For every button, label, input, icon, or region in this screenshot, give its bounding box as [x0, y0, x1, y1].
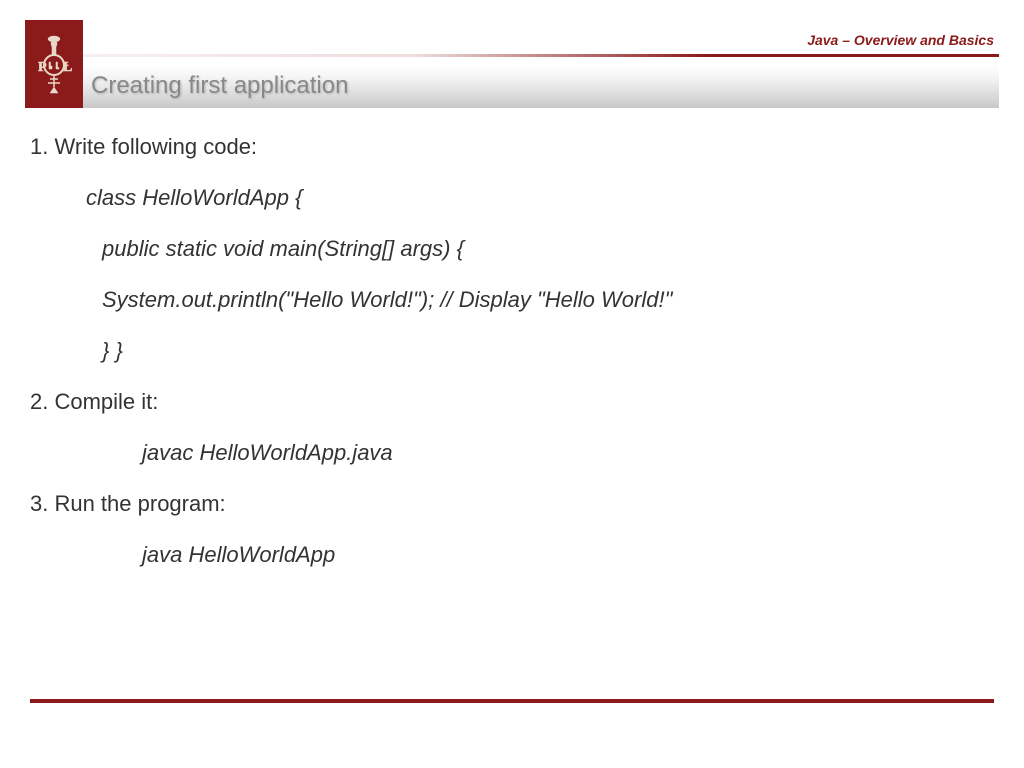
step-1-label: 1. Write following code:: [30, 130, 994, 163]
svg-text:Ł: Ł: [63, 60, 72, 75]
step-2-command: javac HelloWorldApp.java: [30, 436, 994, 469]
code-line-1: class HelloWorldApp {: [30, 181, 994, 214]
title-bar: Creating first application: [25, 64, 999, 108]
slide-title: Creating first application: [91, 72, 348, 100]
logo-block: P Ł: [25, 20, 83, 108]
step-2-label: 2. Compile it:: [30, 385, 994, 418]
university-logo-icon: P Ł: [30, 29, 78, 99]
course-label: Java – Overview and Basics: [807, 32, 994, 48]
step-3-command: java HelloWorldApp: [30, 538, 994, 571]
header-rule: [25, 54, 999, 57]
footer-rule: [30, 699, 994, 703]
code-line-3: System.out.println("Hello World!"); // D…: [30, 283, 994, 316]
code-line-2: public static void main(String[] args) {: [30, 232, 994, 265]
code-line-4: } }: [30, 334, 994, 367]
step-3-label: 3. Run the program:: [30, 487, 994, 520]
slide-content: 1. Write following code: class HelloWorl…: [30, 130, 994, 589]
svg-text:P: P: [38, 60, 47, 75]
